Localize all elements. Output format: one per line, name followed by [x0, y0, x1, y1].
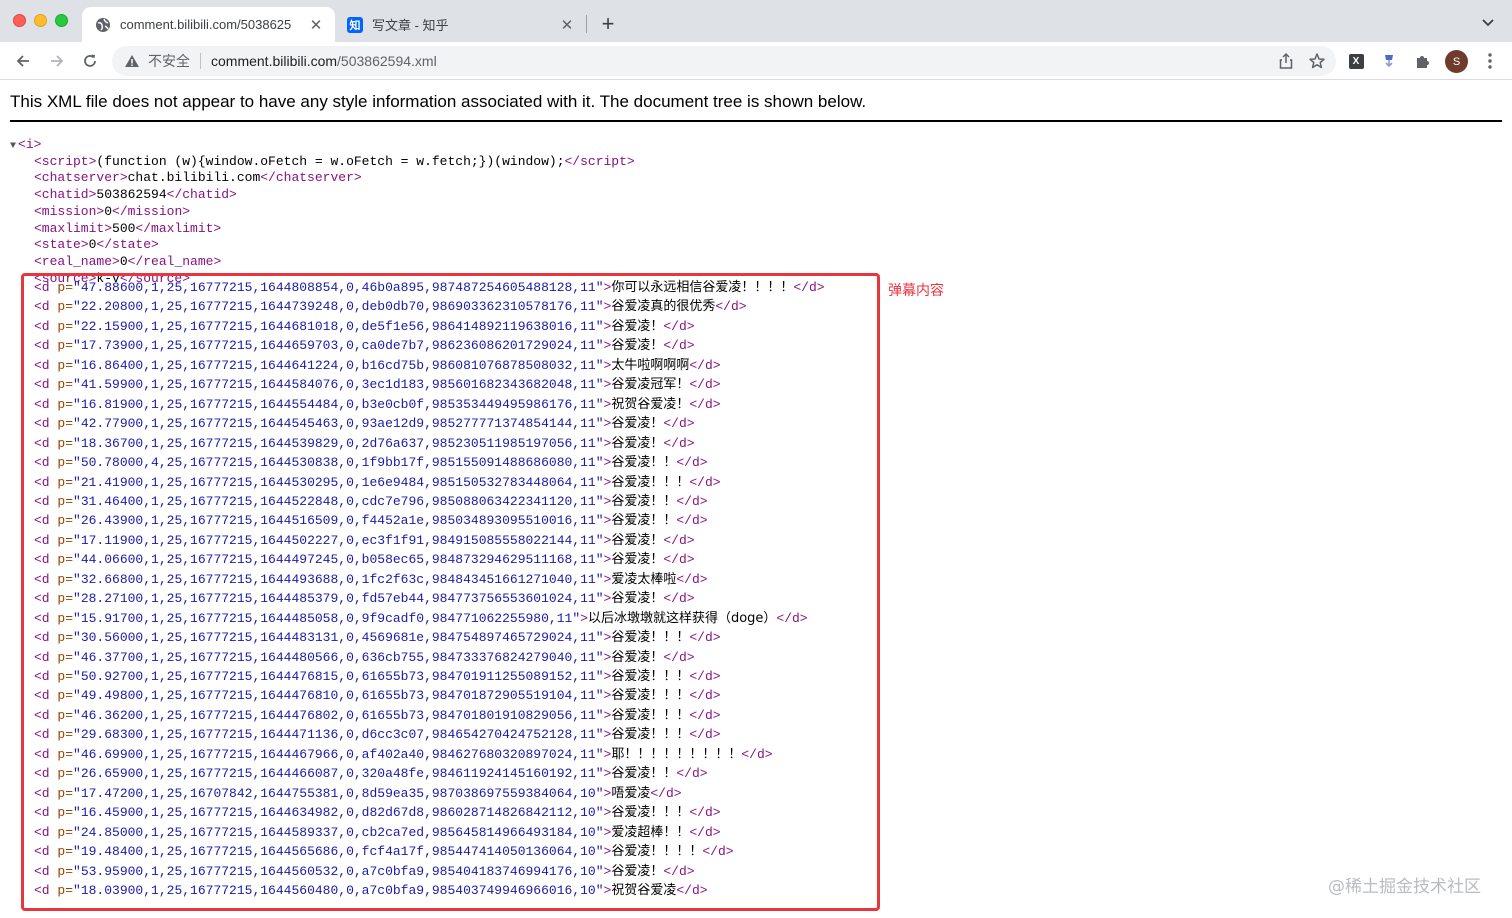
xml-close-tag: </maxlimit>: [135, 220, 222, 236]
xml-open-tag: <real_name>: [34, 253, 120, 269]
security-label[interactable]: 不安全: [148, 51, 190, 71]
extension-x-icon[interactable]: X: [1347, 52, 1365, 70]
warning-triangle-icon[interactable]: [124, 53, 140, 69]
xml-close-tag: </state>: [96, 237, 159, 253]
menu-kebab-icon[interactable]: [1481, 52, 1499, 70]
xml-header-line: <mission>0</mission>: [34, 204, 190, 220]
xml-open-tag: <mission>: [34, 203, 105, 219]
xml-open-tag: <maxlimit>: [34, 220, 113, 236]
zhihu-icon: 知: [347, 16, 363, 33]
xml-header-line: <chatserver>chat.bilibili.com</chatserve…: [34, 170, 362, 186]
tab-search-icon[interactable]: [1480, 14, 1496, 30]
xml-close-tag: </mission>: [112, 203, 191, 219]
tab-divider: [586, 15, 587, 33]
tab-strip: comment.bilibili.com/5038625 ✕ 知 写文章 - 知…: [0, 0, 1512, 42]
forward-arrow-icon: [51, 55, 64, 67]
maximize-window-button[interactable]: [55, 14, 68, 27]
xml-text: chat.bilibili.com: [127, 170, 261, 186]
tab-close-icon[interactable]: ✕: [558, 16, 576, 34]
xml-close-tag: </script>: [564, 153, 635, 169]
xml-text: 503862594: [96, 187, 167, 203]
extensions-puzzle-icon[interactable]: [1414, 52, 1432, 70]
danmaku-highlight-box: [21, 273, 880, 911]
xml-text: 0: [119, 253, 128, 269]
xml-header-line: <script>(function (w){window.oFetch = w.…: [34, 154, 635, 170]
share-icon[interactable]: [1278, 52, 1294, 75]
tab-title: 写文章 - 知乎: [372, 18, 449, 33]
xml-style-notice-text: This XML file does not appear to have an…: [10, 92, 867, 111]
xml-text: 500: [112, 220, 136, 236]
extension-download-icon[interactable]: [1380, 52, 1398, 70]
xml-root-open[interactable]: ▼ <i>: [10, 137, 41, 153]
back-button[interactable]: [13, 51, 33, 71]
url-host: comment.bilibili.com: [211, 53, 338, 69]
xml-open-tag: <state>: [34, 237, 89, 253]
xml-close-tag: </chatserver>: [260, 170, 362, 186]
xml-header-line: <state>0</state>: [34, 237, 159, 253]
minimize-window-button[interactable]: [34, 14, 47, 27]
globe-icon: [95, 17, 111, 33]
juejin-watermark: @稀土掘金技术社区: [1328, 877, 1481, 897]
tab-zhihu[interactable]: 知 写文章 - 知乎 ✕: [337, 7, 586, 42]
omnibox-divider: [200, 53, 201, 69]
url-path: /503862594.xml: [337, 53, 437, 69]
back-arrow-icon: [16, 55, 29, 67]
xml-header-line: <chatid>503862594</chatid>: [34, 187, 237, 203]
xml-header-line: <maxlimit>500</maxlimit>: [34, 221, 221, 237]
xml-open-tag: <chatid>: [34, 187, 97, 203]
forward-button[interactable]: [47, 51, 67, 71]
xml-root-tag: <i>: [18, 137, 42, 152]
url-text[interactable]: comment.bilibili.com/503862594.xml: [211, 53, 437, 69]
xml-text: (function (w){window.oFetch = w.oFetch =…: [96, 153, 565, 169]
danmaku-annotation: 弹幕内容: [888, 283, 944, 299]
address-bar[interactable]: 不安全 comment.bilibili.com/503862594.xml: [112, 46, 1336, 76]
xml-close-tag: </chatid>: [166, 187, 237, 203]
xml-text: 0: [104, 203, 113, 219]
xml-open-tag: <script>: [34, 153, 97, 169]
tab-title: comment.bilibili.com/5038625: [120, 17, 292, 32]
browser-toolbar: 不安全 comment.bilibili.com/503862594.xml X…: [0, 42, 1512, 80]
new-tab-button[interactable]: +: [597, 13, 619, 35]
close-window-button[interactable]: [13, 14, 26, 27]
xml-open-tag: <chatserver>: [34, 170, 128, 186]
tab-bilibili-xml[interactable]: comment.bilibili.com/5038625 ✕: [82, 7, 335, 42]
reload-icon: [84, 54, 96, 67]
profile-avatar[interactable]: S: [1445, 50, 1468, 73]
zhihu-favicon-glyph: 知: [347, 16, 363, 33]
bookmark-star-icon[interactable]: [1308, 52, 1326, 75]
tab-close-icon[interactable]: ✕: [307, 16, 325, 34]
collapse-triangle-icon[interactable]: ▼: [10, 141, 16, 152]
reload-button[interactable]: [80, 51, 100, 71]
xml-close-tag: </real_name>: [127, 253, 222, 269]
xml-header-line: <real_name>0</real_name>: [34, 254, 221, 270]
xml-style-notice: This XML file does not appear to have an…: [10, 92, 1502, 122]
